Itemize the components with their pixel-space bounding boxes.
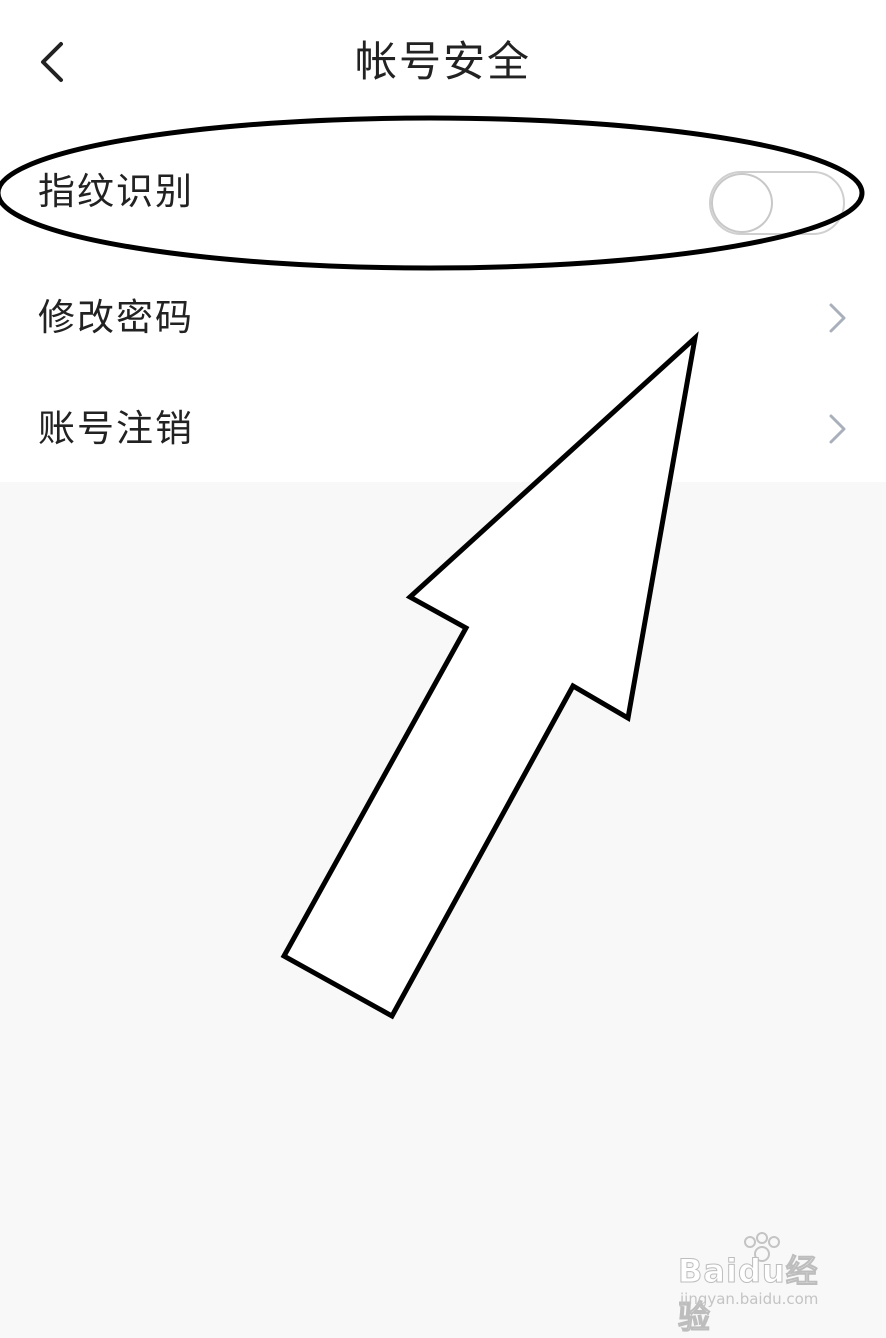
chevron-right-icon [829, 414, 846, 444]
change-password-label: 修改密码 [38, 296, 194, 339]
watermark-url: jingyan.baidu.com [680, 1290, 819, 1308]
top-bar: 帐号安全 [0, 0, 886, 125]
baidu-watermark: Baidu经验 jingyan.baidu.com [678, 1232, 848, 1337]
account-cancel-row[interactable]: 账号注销 [0, 374, 886, 484]
page-title: 帐号安全 [354, 37, 531, 86]
fingerprint-toggle[interactable] [709, 171, 845, 235]
toggle-knob [711, 173, 773, 233]
settings-list: 指纹识别 修改密码 账号注销 [0, 125, 886, 482]
chevron-right-icon [829, 303, 846, 333]
change-password-row[interactable]: 修改密码 [0, 263, 886, 373]
fingerprint-row: 指纹识别 [0, 137, 886, 247]
fingerprint-label: 指纹识别 [38, 170, 194, 213]
account-cancel-label: 账号注销 [38, 407, 194, 450]
